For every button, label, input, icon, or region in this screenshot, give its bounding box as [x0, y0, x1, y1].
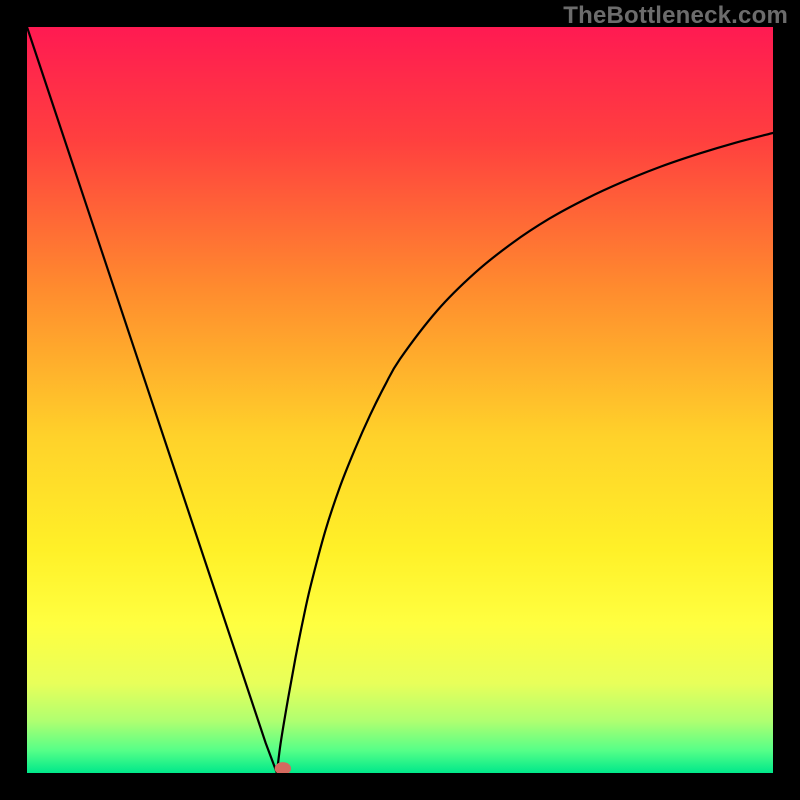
chart-container: { "watermark": "TheBottleneck.com", "cha…: [0, 0, 800, 800]
chart-plot-area: [27, 27, 773, 773]
chart-background: [27, 27, 773, 773]
watermark-text: TheBottleneck.com: [563, 2, 788, 30]
chart-svg: [27, 27, 773, 773]
